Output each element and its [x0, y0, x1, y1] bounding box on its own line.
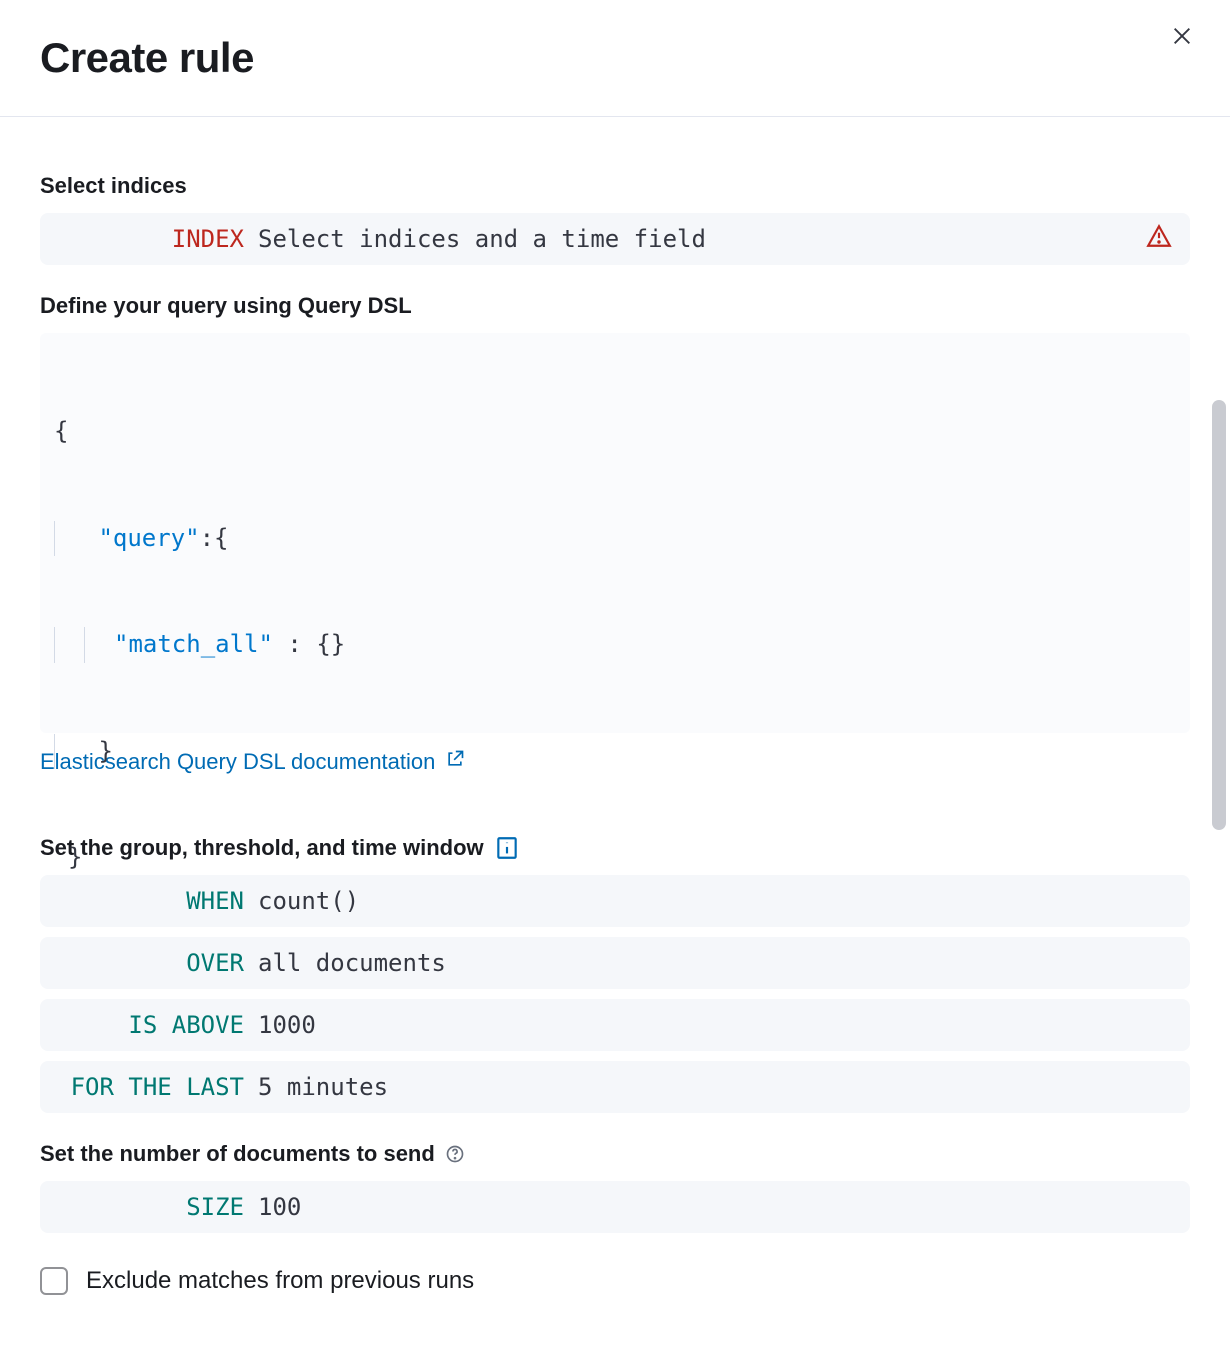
exclude-matches-checkbox[interactable] [40, 1267, 68, 1295]
section-size: Set the number of documents to send SIZE… [40, 1141, 1190, 1233]
size-label: Set the number of documents to send [40, 1141, 1190, 1167]
code-colon-open: :{ [200, 521, 229, 557]
expr-size-keyword: SIZE [58, 1193, 258, 1221]
help-icon[interactable] [445, 1144, 465, 1164]
expr-isabove-keyword: IS ABOVE [58, 1011, 258, 1039]
section-threshold: Set the group, threshold, and time windo… [40, 835, 1190, 1113]
scrollbar-thumb[interactable] [1212, 400, 1226, 830]
expr-forthelast-keyword: FOR THE LAST [58, 1073, 258, 1101]
expr-when-value: count() [258, 887, 359, 915]
code-gutter [54, 734, 84, 770]
close-icon [1171, 25, 1193, 52]
code-brace-open: { [54, 414, 68, 450]
expr-over-keyword: OVER [58, 949, 258, 977]
index-expression[interactable]: INDEX Select indices and a time field [40, 213, 1190, 265]
expr-isabove[interactable]: IS ABOVE 1000 [40, 999, 1190, 1051]
query-dsl-label: Define your query using Query DSL [40, 293, 1190, 319]
query-dsl-editor[interactable]: { "query" :{ "match_all" : {} } [40, 333, 1190, 733]
code-key-matchall: "match_all" [114, 627, 273, 663]
exclude-matches-label[interactable]: Exclude matches from previous runs [86, 1267, 474, 1295]
index-keyword: INDEX [58, 225, 258, 253]
code-gutter [54, 627, 84, 663]
section-select-indices: Select indices INDEX Select indices and … [40, 173, 1190, 265]
section-query-dsl: Define your query using Query DSL { "que… [40, 293, 1190, 807]
dialog-content: Select indices INDEX Select indices and … [0, 117, 1230, 1335]
size-label-text: Set the number of documents to send [40, 1141, 435, 1167]
expr-over-value: all documents [258, 949, 446, 977]
expr-size[interactable]: SIZE 100 [40, 1181, 1190, 1233]
code-key-query: "query" [98, 521, 199, 557]
code-gutter [84, 627, 114, 663]
expr-size-value: 100 [258, 1193, 301, 1221]
exclude-matches-row: Exclude matches from previous runs [40, 1267, 1190, 1295]
select-indices-label: Select indices [40, 173, 1190, 199]
code-colon-spc: : [273, 627, 316, 663]
expr-forthelast-value: 5 minutes [258, 1073, 388, 1101]
expr-over[interactable]: OVER all documents [40, 937, 1190, 989]
code-brace-close-outer: } [68, 840, 82, 876]
page-title: Create rule [40, 34, 1190, 82]
expr-forthelast[interactable]: FOR THE LAST 5 minutes [40, 1061, 1190, 1113]
index-placeholder: Select indices and a time field [258, 225, 706, 253]
code-empty-obj: {} [316, 627, 345, 663]
dialog-header: Create rule [0, 0, 1230, 117]
code-brace-close-inner: } [98, 734, 112, 770]
expr-isabove-value: 1000 [258, 1011, 316, 1039]
expr-when-keyword: WHEN [58, 887, 258, 915]
expr-when[interactable]: WHEN count() [40, 875, 1190, 927]
code-gutter [54, 521, 84, 557]
warning-icon [1146, 223, 1172, 255]
close-button[interactable] [1164, 20, 1200, 56]
